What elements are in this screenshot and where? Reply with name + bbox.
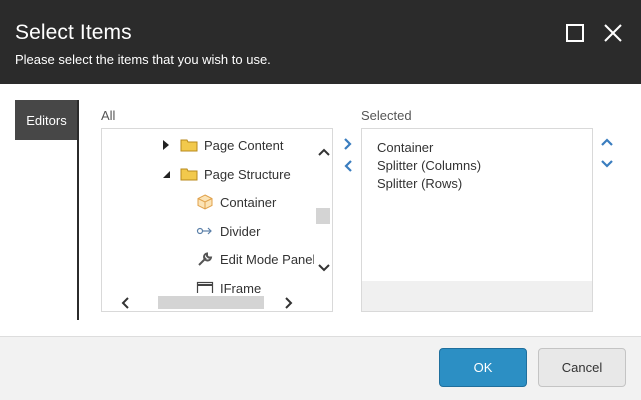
tree-item-label: Container [220,194,277,210]
dialog-subtitle: Please select the items that you wish to… [15,52,271,67]
tree-item-label: Divider [220,223,261,239]
tree-item-page-content[interactable]: Page Content [160,134,284,156]
expand-arrow-icon[interactable] [160,139,172,151]
close-button[interactable] [602,22,624,44]
divider-arrow-icon [196,227,212,235]
move-up-icon[interactable] [599,135,615,149]
add-to-selected-icon[interactable] [341,136,355,152]
list-item[interactable]: Splitter (Rows) [377,175,592,193]
collapse-arrow-icon[interactable] [160,168,172,180]
square-outline-icon [566,24,584,42]
all-items-tree[interactable]: Page Content Page Structure Container Di… [101,128,333,312]
chevron-down-icon[interactable] [316,261,332,275]
selected-items-list[interactable]: Container Splitter (Columns) Splitter (R… [361,128,593,312]
tab-divider [77,100,79,320]
horizontal-scroll-thumb[interactable] [158,296,264,309]
dialog-header: Select Items Please select the items tha… [0,0,641,84]
tree-item-page-structure[interactable]: Page Structure [160,163,291,185]
tree-item-label: Edit Mode Panel [220,251,316,267]
cancel-button-label: Cancel [561,360,603,375]
wrench-icon [198,252,213,266]
select-items-dialog: Select Items Please select the items tha… [0,0,641,400]
tree-item-container[interactable]: Container [196,191,276,213]
tab-editors[interactable]: Editors [15,100,78,140]
tree-item-label: Page Content [204,137,284,153]
chevron-up-icon[interactable] [316,145,332,159]
maximize-button[interactable] [564,22,586,44]
remove-from-selected-icon[interactable] [341,158,355,174]
chevron-left-icon[interactable] [118,295,132,311]
list-item[interactable]: Container [377,139,592,157]
tab-editors-label: Editors [26,112,67,128]
folder-icon [180,168,198,181]
tree-item-edit-mode-panel[interactable]: Edit Mode Panel [196,248,315,270]
ok-button[interactable]: OK [439,348,527,387]
dialog-footer: OK Cancel [0,336,641,400]
tree-item-label: Page Structure [204,166,291,182]
list-item[interactable]: Splitter (Columns) [377,157,592,175]
tree-vertical-scrollbar[interactable] [314,129,332,293]
chevron-right-icon[interactable] [282,295,296,311]
dialog-title: Select Items [15,21,132,44]
vertical-scroll-thumb[interactable] [316,208,330,224]
folder-icon [180,139,198,152]
selected-list-body: Container Splitter (Columns) Splitter (R… [362,129,592,281]
move-down-icon[interactable] [599,157,615,171]
selected-list-footer [362,281,592,311]
selected-label: Selected [361,108,412,123]
close-x-icon [604,24,622,42]
cube-icon [197,194,213,210]
cancel-button[interactable]: Cancel [538,348,626,387]
ok-button-label: OK [473,360,493,375]
tree-item-divider[interactable]: Divider [196,220,260,242]
tree-horizontal-scrollbar[interactable] [102,293,314,311]
all-label: All [101,108,116,123]
